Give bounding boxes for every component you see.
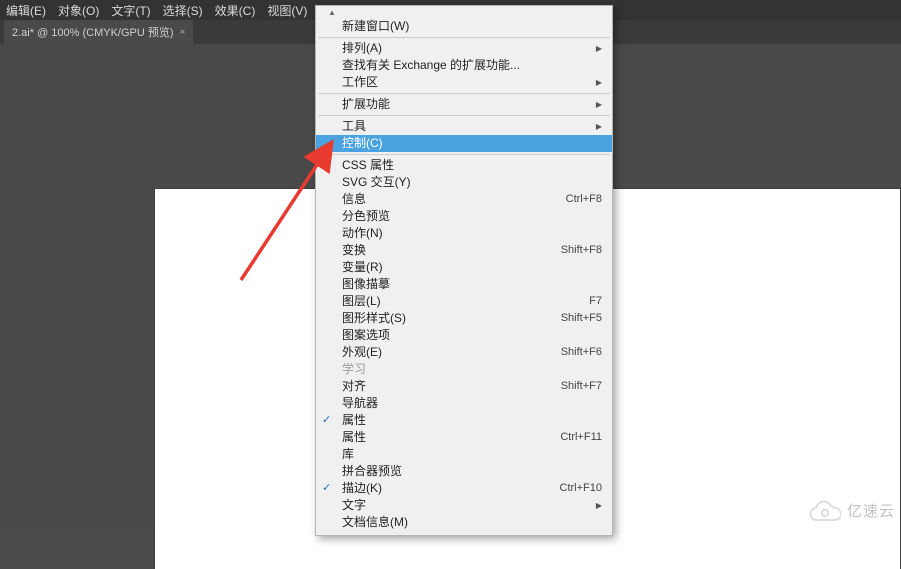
menu-item-label: 文档信息(M) [342,514,602,531]
menu-item-shortcut: Shift+F6 [561,344,602,361]
menu-item[interactable]: 文字▶ [316,497,612,514]
menu-item-shortcut: Ctrl+F10 [560,480,603,497]
menu-item-shortcut: Ctrl+F8 [566,191,602,208]
menu-item[interactable]: 扩展功能▶ [316,96,612,113]
menu-item[interactable]: 对齐Shift+F7 [316,378,612,395]
menu-item[interactable]: 信息Ctrl+F8 [316,191,612,208]
menu-item: 学习 [316,361,612,378]
menu-item-label: 拼合器预览 [342,463,602,480]
close-icon[interactable]: × [180,27,186,38]
menu-item[interactable]: 查找有关 Exchange 的扩展功能... [316,57,612,74]
menu-item-label: 学习 [342,361,602,378]
menu-item[interactable]: 库 [316,446,612,463]
menu-item[interactable]: 变量(R) [316,259,612,276]
menu-item-label: 图形样式(S) [342,310,561,327]
menu-item-label: 动作(N) [342,225,602,242]
menu-separator [318,37,610,38]
menu-item[interactable]: 图案选项 [316,327,612,344]
menu-item-shortcut: Ctrl+F11 [560,429,602,446]
menu-item[interactable]: SVG 交互(Y) [316,174,612,191]
submenu-arrow-icon: ▶ [596,497,602,514]
menu-item-label: 对齐 [342,378,561,395]
menu-item[interactable]: 拼合器预览 [316,463,612,480]
menu-item-label: 图像描摹 [342,276,602,293]
menu-item-label: 外观(E) [342,344,561,361]
menu-item-label: 属性 [342,429,560,446]
menu-item-label: SVG 交互(Y) [342,174,602,191]
menu-item[interactable]: 属性Ctrl+F11 [316,429,612,446]
menu-item-label: 变量(R) [342,259,602,276]
menu-item-label: CSS 属性 [342,157,602,174]
submenu-arrow-icon: ▶ [596,40,602,57]
menu-item[interactable]: 排列(A)▶ [316,40,612,57]
window-menu-dropdown: ▲ 新建窗口(W)排列(A)▶查找有关 Exchange 的扩展功能...工作区… [315,5,613,536]
menu-item[interactable]: CSS 属性 [316,157,612,174]
menu-object[interactable]: 对象(O) [52,0,105,21]
menu-item[interactable]: ✓ 属性 [316,412,612,429]
menu-select[interactable]: 选择(S) [157,0,209,21]
submenu-arrow-icon: ▶ [596,118,602,135]
menu-item-label: 工作区 [342,74,602,91]
menu-item[interactable]: 分色预览 [316,208,612,225]
menu-item-shortcut: Shift+F8 [561,242,602,259]
menu-item-label: 扩展功能 [342,96,602,113]
menu-item[interactable]: 动作(N) [316,225,612,242]
menu-item-label: 库 [342,446,602,463]
menu-item-label: 文字 [342,497,602,514]
menu-item-label: 分色预览 [342,208,602,225]
watermark-text: 亿速云 [847,500,895,521]
document-tab-title: 2.ai* @ 100% (CMYK/GPU 预览) [12,24,174,40]
menu-item-label: 工具 [342,118,602,135]
menu-item-label: 图案选项 [342,327,602,344]
watermark: 亿速云 [801,498,895,522]
menu-text[interactable]: 文字(T) [105,0,156,21]
menu-item[interactable]: 图形样式(S)Shift+F5 [316,310,612,327]
menu-item[interactable]: 图层(L)F7 [316,293,612,310]
menu-item-label: 属性 [342,412,602,429]
menu-item-label: 描边(K) [342,480,560,497]
submenu-arrow-icon: ▶ [596,96,602,113]
menu-effect[interactable]: 效果(C) [209,0,262,21]
menu-item-label: 导航器 [342,395,602,412]
menu-item[interactable]: 变换Shift+F8 [316,242,612,259]
menu-separator [318,115,610,116]
menu-item-label: 变换 [342,242,561,259]
document-tab[interactable]: 2.ai* @ 100% (CMYK/GPU 预览) × [4,20,193,44]
menu-item[interactable]: 工具▶ [316,118,612,135]
menu-item[interactable]: 控制(C) [316,135,612,152]
submenu-arrow-icon: ▶ [596,74,602,91]
check-icon: ✓ [322,480,331,497]
menu-separator [318,93,610,94]
menu-item-label: 信息 [342,191,566,208]
menu-item-label: 新建窗口(W) [342,18,602,35]
menu-item[interactable]: 图像描摹 [316,276,612,293]
menu-item-shortcut: F7 [589,293,602,310]
menu-item-label: 排列(A) [342,40,602,57]
check-icon: ✓ [322,412,331,429]
menu-item-label: 图层(L) [342,293,589,310]
menu-item[interactable]: ✓ 描边(K)Ctrl+F10 [316,480,612,497]
menu-item-label: 查找有关 Exchange 的扩展功能... [342,57,602,74]
menu-separator [318,154,610,155]
menu-edit[interactable]: 编辑(E) [0,0,52,21]
menu-item[interactable]: 工作区▶ [316,74,612,91]
menu-item-shortcut: Shift+F5 [561,310,602,327]
scroll-up-icon[interactable]: ▲ [316,8,612,18]
menu-item[interactable]: 文档信息(M) [316,514,612,531]
menu-item[interactable]: 外观(E)Shift+F6 [316,344,612,361]
menu-item[interactable]: 新建窗口(W) [316,18,612,35]
menu-item-shortcut: Shift+F7 [561,378,602,395]
cloud-logo-icon [801,498,841,522]
menu-item-label: 控制(C) [342,135,602,152]
menu-item[interactable]: 导航器 [316,395,612,412]
menu-view[interactable]: 视图(V) [261,0,313,21]
